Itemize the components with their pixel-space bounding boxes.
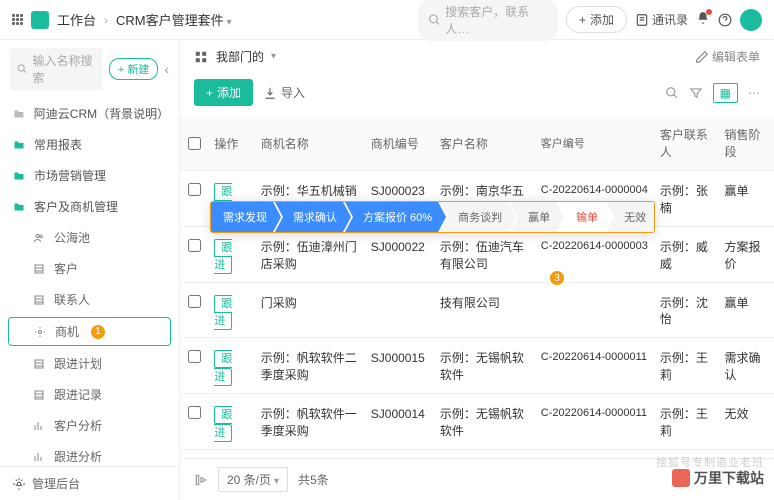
row-checkbox[interactable]	[188, 295, 201, 308]
sidebar-search[interactable]: 输入名称搜索	[10, 48, 103, 90]
watermark-logo	[672, 469, 690, 487]
view-toggle[interactable]: ▦	[713, 83, 738, 103]
crumb-workbench[interactable]: 工作台	[57, 10, 96, 29]
crumb-sep: ›	[104, 13, 108, 27]
org-icon	[194, 50, 208, 64]
notifications-icon[interactable]	[696, 11, 710, 28]
table-row[interactable]: 跟进 门采购 技有限公司 示例：沈怡 赢单	[180, 283, 774, 339]
watermark: 万里下载站	[672, 468, 764, 488]
add-button[interactable]: + 添加	[566, 6, 627, 33]
pipeline-stage[interactable]: 商务谈判	[440, 202, 516, 232]
plus-icon: +	[206, 86, 213, 100]
people-icon	[32, 232, 46, 244]
col-op: 操作	[208, 125, 254, 162]
contacts-icon	[635, 13, 649, 27]
grid-icon	[32, 389, 46, 401]
admin-link[interactable]: 管理后台	[0, 466, 179, 500]
folder-gray-icon	[12, 108, 26, 120]
search-icon	[428, 13, 441, 27]
global-search[interactable]: 搜索客户，联系人…	[418, 0, 558, 41]
search-placeholder: 搜索客户，联系人…	[445, 3, 548, 37]
apps-icon[interactable]	[12, 14, 23, 25]
sidebar-item[interactable]: 跟进计划	[0, 348, 179, 379]
followup-button[interactable]: 跟进	[214, 350, 232, 385]
row-checkbox[interactable]	[188, 183, 201, 196]
grid-icon	[32, 358, 46, 370]
table-header: 操作 商机名称 商机编号 客户名称 客户编号 客户联系人 销售阶段	[180, 116, 774, 171]
total-count: 共5条	[298, 471, 329, 488]
edit-icon	[695, 50, 709, 64]
gear-icon	[33, 326, 47, 338]
pipeline-stage[interactable]: 方案报价 60%	[345, 202, 446, 232]
table-row[interactable]: 跟进 示例：帆软软件二季度采购 SJ000015 示例：无锡帆软软件 C-202…	[180, 338, 774, 394]
import-icon	[263, 86, 277, 100]
data-table: 操作 商机名称 商机编号 客户名称 客户编号 客户联系人 销售阶段 跟进 示例：…	[180, 116, 774, 458]
col-stage: 销售阶段	[718, 116, 774, 170]
col-contact: 客户联系人	[654, 116, 719, 170]
badge: 1	[91, 325, 105, 339]
gear-icon	[12, 477, 26, 491]
page-size-select[interactable]: 20 条/页	[218, 467, 288, 492]
followup-button[interactable]: 跟进	[214, 239, 232, 274]
table-row[interactable]: 跟进 示例：伍迪漳州门店采购 SJ000022 示例：伍迪汽车有限公司 C-20…	[180, 227, 774, 283]
annotation-badge-3: 3	[550, 271, 564, 285]
row-checkbox[interactable]	[188, 406, 201, 419]
pipeline-stage[interactable]: 赢单	[510, 202, 564, 232]
edit-form-link[interactable]: 编辑表单	[695, 48, 760, 65]
collapse-pager-icon[interactable]	[194, 473, 208, 487]
grid-icon	[32, 263, 46, 275]
filter-icon[interactable]	[689, 86, 703, 100]
search-icon	[16, 62, 29, 76]
sidebar-item[interactable]: 客户及商机管理	[0, 191, 179, 222]
followup-button[interactable]: 跟进	[214, 295, 232, 330]
user-avatar[interactable]	[740, 9, 762, 31]
col-cust: 客户名称	[434, 125, 535, 162]
pipeline-popover: 需求发现需求确认方案报价 60%商务谈判赢单输单无效	[210, 201, 655, 233]
sidebar-item[interactable]: 商机1	[8, 317, 171, 346]
help-icon[interactable]	[718, 13, 732, 27]
sidebar-item[interactable]: 客户分析	[0, 410, 179, 441]
pipeline-stage[interactable]: 输单	[558, 202, 612, 232]
folder-icon	[12, 201, 26, 213]
sidebar-item[interactable]: 市场营销管理	[0, 160, 179, 191]
import-button[interactable]: 导入	[263, 84, 305, 101]
search-icon[interactable]	[665, 86, 679, 100]
col-code: 商机编号	[365, 125, 434, 162]
sidebar: 输入名称搜索 + 新建 ‹ 阿迪云CRM（背景说明）常用报表市场营销管理客户及商…	[0, 40, 180, 500]
col-cid: 客户编号	[535, 125, 654, 161]
dept-selector[interactable]: 我部门的	[216, 48, 276, 65]
folder-icon	[12, 170, 26, 182]
pipeline-stage[interactable]: 无效	[606, 202, 655, 232]
col-name: 商机名称	[255, 125, 365, 162]
select-all-checkbox[interactable]	[188, 137, 201, 150]
sidebar-item[interactable]: 跟进记录	[0, 379, 179, 410]
followup-button[interactable]: 跟进	[214, 406, 232, 441]
row-checkbox[interactable]	[188, 350, 201, 363]
grid-icon	[32, 294, 46, 306]
chart-icon	[32, 420, 46, 432]
plus-icon: +	[579, 13, 586, 27]
app-logo	[31, 11, 49, 29]
pipeline-stage[interactable]: 需求发现	[211, 202, 281, 232]
more-icon[interactable]: ⋯	[748, 86, 760, 100]
folder-icon	[12, 139, 26, 151]
sidebar-item[interactable]: 公海池	[0, 222, 179, 253]
sidebar-item[interactable]: 阿迪云CRM（背景说明）	[0, 98, 179, 129]
collapse-icon[interactable]: ‹	[164, 61, 169, 77]
sidebar-item[interactable]: 常用报表	[0, 129, 179, 160]
contacts-link[interactable]: 通讯录	[635, 11, 688, 28]
crumb-suite[interactable]: CRM客户管理套件	[116, 10, 232, 29]
row-checkbox[interactable]	[188, 239, 201, 252]
pipeline-stage[interactable]: 需求确认	[275, 202, 351, 232]
sidebar-item[interactable]: 联系人	[0, 284, 179, 315]
sidebar-item[interactable]: 客户	[0, 253, 179, 284]
chart-icon	[32, 451, 46, 463]
table-row[interactable]: 跟进 示例：帆软软件一季度采购 SJ000014 示例：无锡帆软软件 C-202…	[180, 394, 774, 450]
add-record-button[interactable]: +添加	[194, 79, 253, 106]
sidebar-new-button[interactable]: + 新建	[109, 58, 158, 80]
